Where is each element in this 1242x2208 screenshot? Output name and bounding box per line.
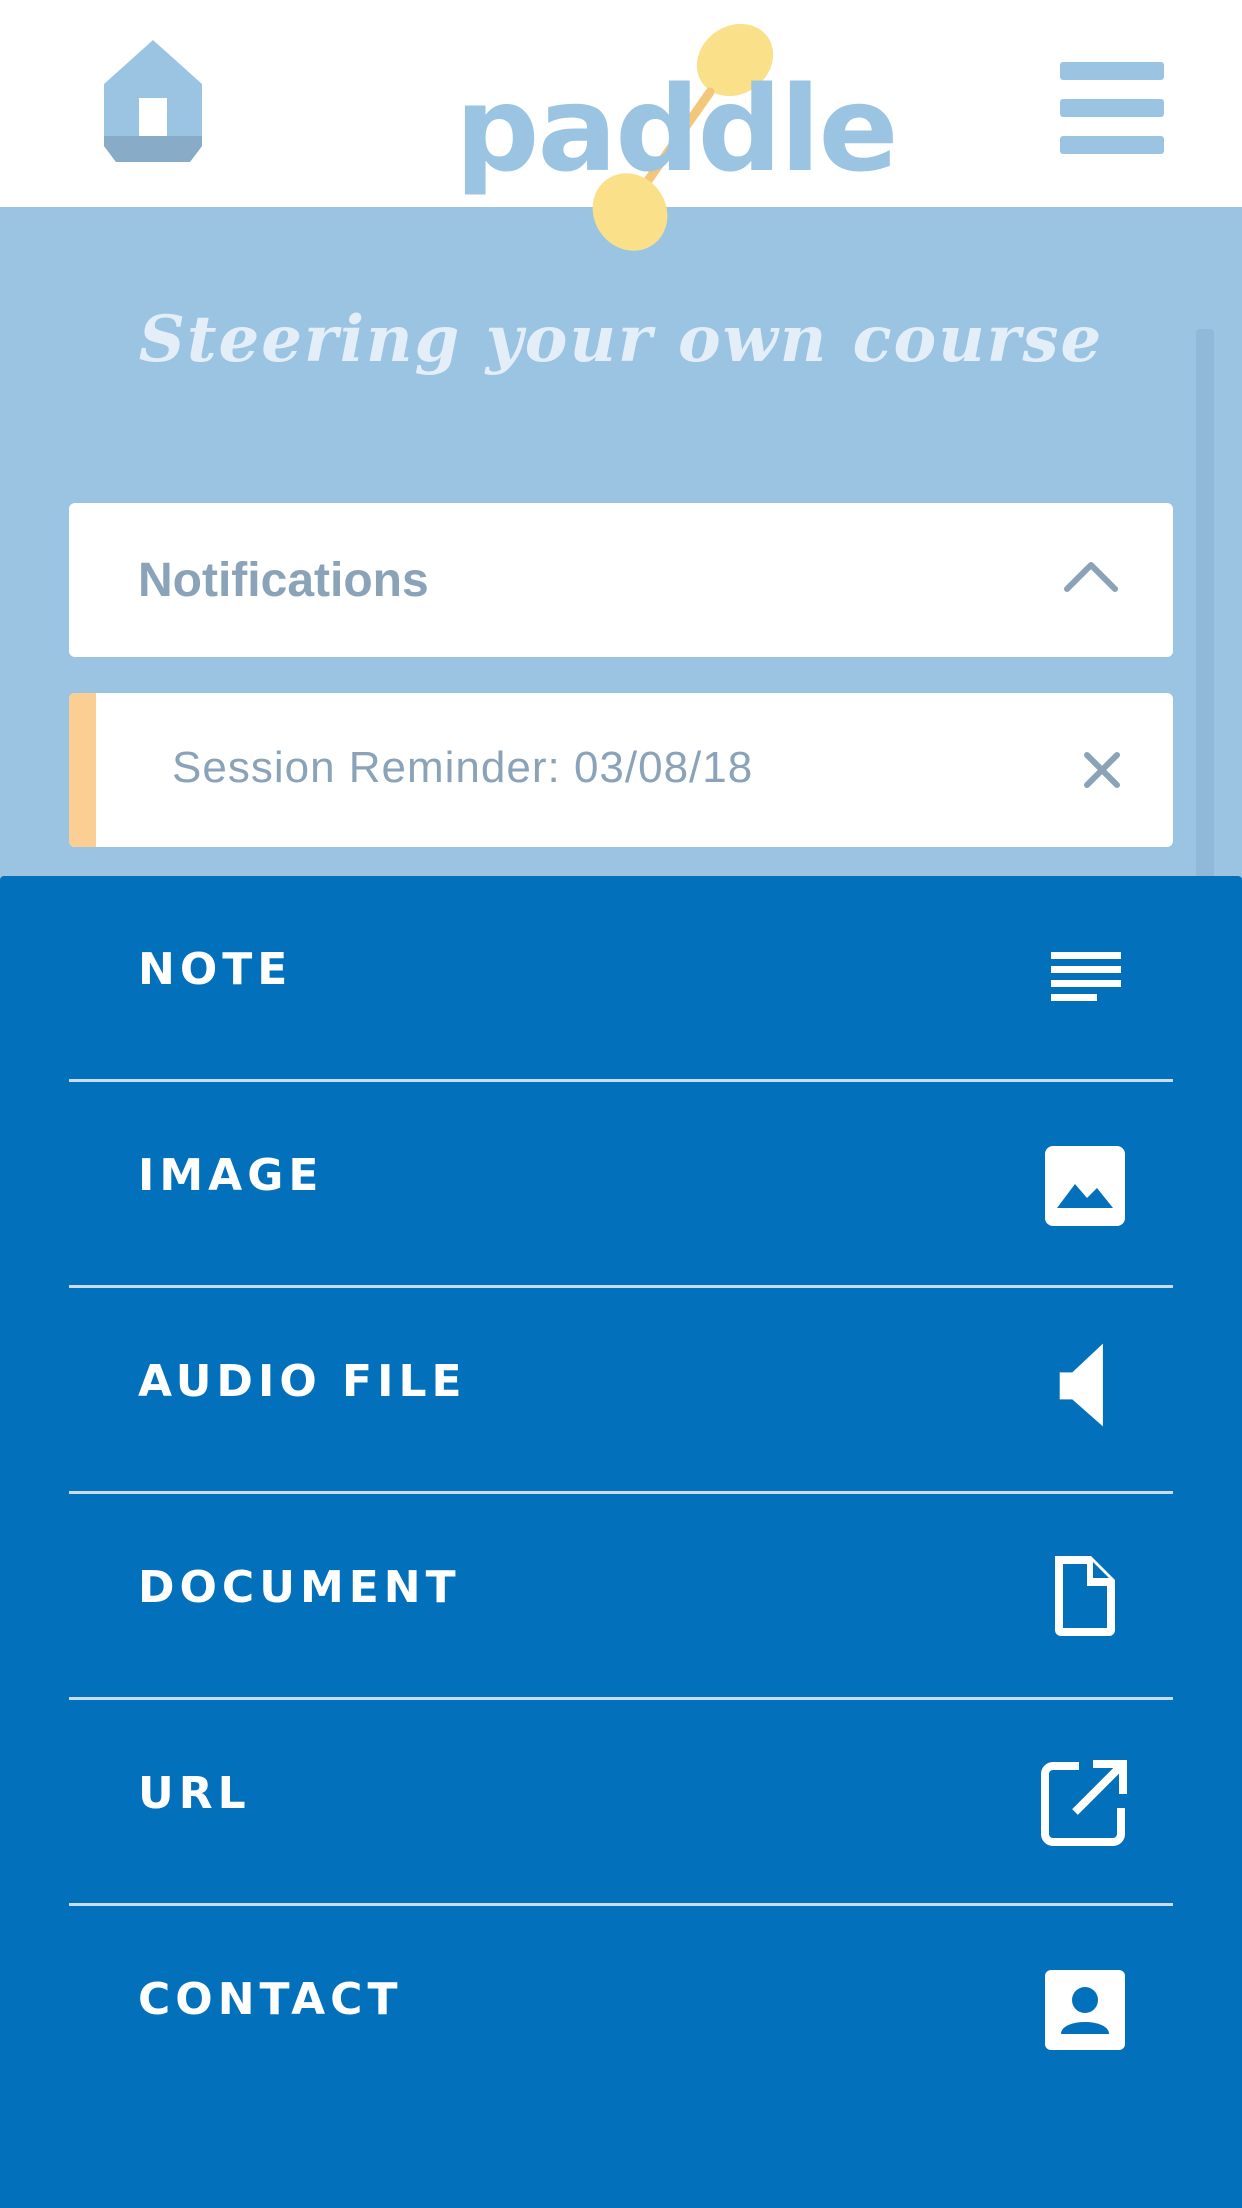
- document-icon: [1055, 1556, 1115, 1636]
- add-item-sheet: NOTE IMAGE AUDIO FILE DOCUMENT URL CONTA…: [0, 876, 1242, 2208]
- speaker-icon: [1059, 1343, 1103, 1427]
- logo-text: paddle: [455, 60, 899, 198]
- external-link-icon: [1041, 1760, 1127, 1846]
- hamburger-line: [1060, 136, 1164, 154]
- hamburger-line: [1060, 99, 1164, 117]
- menu-item-audio-file[interactable]: AUDIO FILE: [69, 1288, 1173, 1494]
- note-lines-icon: [1051, 952, 1121, 1001]
- tagline: Steering your own course: [138, 302, 1104, 377]
- menu-item-contact[interactable]: CONTACT: [69, 1906, 1173, 2112]
- menu-item-label: AUDIO FILE: [138, 1356, 467, 1407]
- menu-item-label: CONTACT: [138, 1974, 403, 2025]
- home-icon: [104, 40, 202, 162]
- notification-item[interactable]: Session Reminder: 03/08/18: [69, 693, 1173, 847]
- menu-item-label: URL: [138, 1768, 251, 1819]
- close-icon[interactable]: [1081, 749, 1123, 791]
- notifications-header[interactable]: Notifications: [69, 503, 1173, 657]
- paddle-logo: paddle: [455, 12, 899, 257]
- scrollbar[interactable]: [1196, 329, 1214, 909]
- menu-item-url[interactable]: URL: [69, 1700, 1173, 1906]
- menu-item-label: NOTE: [138, 944, 293, 995]
- menu-button[interactable]: [1060, 62, 1164, 154]
- hamburger-menu-icon: [1060, 62, 1164, 80]
- notifications-title: Notifications: [138, 554, 429, 607]
- notification-accent: [69, 693, 96, 847]
- notification-text: Session Reminder: 03/08/18: [172, 743, 754, 792]
- menu-item-image[interactable]: IMAGE: [69, 1082, 1173, 1288]
- menu-item-note[interactable]: NOTE: [69, 876, 1173, 1082]
- home-button[interactable]: [102, 38, 204, 164]
- chevron-up-icon[interactable]: [1061, 555, 1121, 595]
- menu-item-label: IMAGE: [138, 1150, 324, 1201]
- contact-card-icon: [1045, 1970, 1125, 2050]
- menu-item-label: DOCUMENT: [138, 1562, 461, 1613]
- image-icon: [1045, 1146, 1125, 1226]
- menu-item-document[interactable]: DOCUMENT: [69, 1494, 1173, 1700]
